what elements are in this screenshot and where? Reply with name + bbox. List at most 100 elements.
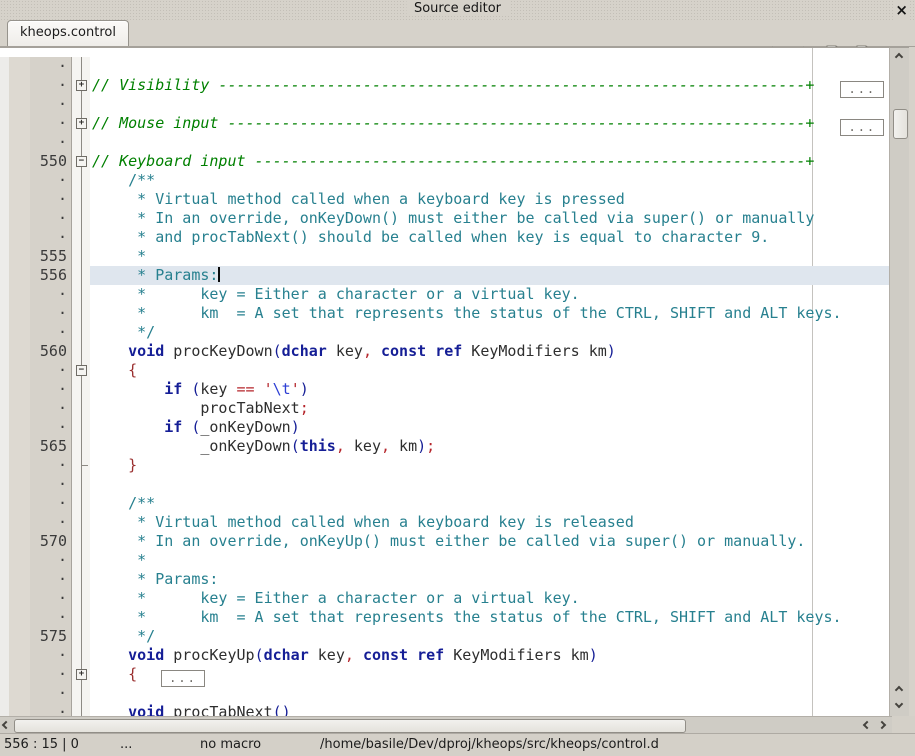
- line-dot[interactable]: ·: [0, 589, 71, 608]
- code-line[interactable]: · * Params:: [0, 570, 889, 589]
- line-dot[interactable]: ·: [0, 418, 71, 437]
- horizontal-scrollbar[interactable]: [0, 716, 892, 733]
- code-line[interactable]: · * and procTabNext() should be called w…: [0, 228, 889, 247]
- line-dot[interactable]: ·: [0, 475, 71, 494]
- code-text[interactable]: // Mouse input -------------------------…: [90, 114, 889, 133]
- line-number[interactable]: 560: [0, 342, 71, 361]
- source-editor[interactable]: ··+// Visibility -----------------------…: [0, 47, 889, 716]
- vertical-scrollbar[interactable]: [889, 47, 909, 716]
- code-line[interactable]: ·+// Visibility ------------------------…: [0, 76, 889, 95]
- code-line[interactable]: ·− {: [0, 361, 889, 380]
- code-line[interactable]: · * key = Either a character or a virtua…: [0, 285, 889, 304]
- line-dot[interactable]: ·: [0, 703, 71, 716]
- code-text[interactable]: */: [90, 323, 889, 342]
- code-line[interactable]: · if (key == '\t'): [0, 380, 889, 399]
- code-text[interactable]: void procKeyDown(dchar key, const ref Ke…: [90, 342, 889, 361]
- code-line[interactable]: · +// Mouse input -----------------------…: [0, 114, 889, 133]
- scroll-left-icon[interactable]: [3, 722, 10, 729]
- code-line[interactable]: · * Virtual method called when a keyboar…: [0, 513, 889, 532]
- code-text[interactable]: * key = Either a character or a virtual …: [90, 285, 889, 304]
- code-line[interactable]: · void procTabNext(): [0, 703, 889, 716]
- line-dot[interactable]: ·: [0, 114, 71, 133]
- code-text[interactable]: [90, 684, 889, 703]
- line-dot[interactable]: ·: [0, 513, 71, 532]
- code-text[interactable]: * km = A set that represents the status …: [90, 304, 889, 323]
- code-text[interactable]: *: [90, 551, 889, 570]
- fold-expand-icon[interactable]: +: [76, 118, 87, 129]
- code-text[interactable]: * Virtual method called when a keyboard …: [90, 190, 889, 209]
- line-dot[interactable]: ·: [0, 57, 71, 76]
- line-dot[interactable]: ·: [0, 171, 71, 190]
- code-text[interactable]: [90, 133, 889, 152]
- code-line[interactable]: · * key = Either a character or a virtua…: [0, 589, 889, 608]
- code-line[interactable]: ·: [0, 475, 889, 494]
- line-dot[interactable]: ·: [0, 190, 71, 209]
- code-line[interactable]: 560 void procKeyDown(dchar key, const re…: [0, 342, 889, 361]
- code-line[interactable]: 565 _onKeyDown(this, key, km);: [0, 437, 889, 456]
- line-number[interactable]: 570: [0, 532, 71, 551]
- line-dot[interactable]: ·: [0, 684, 71, 703]
- line-dot[interactable]: ·: [0, 646, 71, 665]
- code-line[interactable]: · *: [0, 551, 889, 570]
- code-line[interactable]: · /**: [0, 171, 889, 190]
- line-dot[interactable]: ·: [0, 456, 71, 475]
- fold-collapse-icon[interactable]: −: [76, 365, 87, 376]
- code-text[interactable]: * Virtual method called when a keyboard …: [90, 513, 889, 532]
- line-dot[interactable]: ·: [0, 551, 71, 570]
- line-dot[interactable]: ·: [0, 399, 71, 418]
- code-line[interactable]: · }: [0, 456, 889, 475]
- code-line[interactable]: 556 * Params:: [0, 266, 889, 285]
- code-line[interactable]: · void procKeyUp(dchar key, const ref Ke…: [0, 646, 889, 665]
- vertical-scrollbar-thumb[interactable]: [893, 109, 908, 139]
- scroll-left-icon-right[interactable]: [864, 722, 871, 729]
- code-text[interactable]: [90, 57, 889, 76]
- code-line[interactable]: · * Virtual method called when a keyboar…: [0, 190, 889, 209]
- line-dot[interactable]: ·: [0, 304, 71, 323]
- code-line[interactable]: 555 *: [0, 247, 889, 266]
- code-line[interactable]: ·: [0, 95, 889, 114]
- code-text[interactable]: * and procTabNext() should be called whe…: [90, 228, 889, 247]
- code-text[interactable]: if (key == '\t'): [90, 380, 889, 399]
- code-text[interactable]: {: [90, 361, 889, 380]
- line-number[interactable]: 556: [0, 266, 71, 285]
- code-line[interactable]: · procTabNext;: [0, 399, 889, 418]
- code-text[interactable]: [90, 475, 889, 494]
- code-text[interactable]: _onKeyDown(this, key, km);: [90, 437, 889, 456]
- scroll-up-icon-bottom[interactable]: [896, 687, 903, 694]
- code-text[interactable]: {...: [90, 665, 889, 684]
- line-dot[interactable]: ·: [0, 494, 71, 513]
- code-text[interactable]: procTabNext;: [90, 399, 889, 418]
- code-text[interactable]: * key = Either a character or a virtual …: [90, 589, 889, 608]
- fold-collapse-icon[interactable]: −: [76, 156, 87, 167]
- line-dot[interactable]: ·: [0, 285, 71, 304]
- code-text[interactable]: * Params:: [90, 570, 889, 589]
- code-text[interactable]: * In an override, onKeyDown() must eithe…: [90, 209, 889, 228]
- code-line[interactable]: · * km = A set that represents the statu…: [0, 608, 889, 627]
- fold-expand-icon[interactable]: +: [76, 669, 87, 680]
- line-number[interactable]: 575: [0, 627, 71, 646]
- line-dot[interactable]: ·: [0, 228, 71, 247]
- horizontal-scrollbar-thumb[interactable]: [14, 719, 686, 733]
- tab-kheops-control[interactable]: kheops.control: [7, 20, 129, 46]
- close-icon[interactable]: ×: [893, 0, 910, 20]
- code-text[interactable]: }: [90, 456, 889, 475]
- scroll-up-icon[interactable]: [896, 54, 903, 61]
- code-text[interactable]: // Keyboard input ----------------------…: [90, 152, 889, 171]
- scroll-down-icon[interactable]: [896, 701, 903, 708]
- code-text[interactable]: *: [90, 247, 889, 266]
- code-line[interactable]: 575 */: [0, 627, 889, 646]
- code-text[interactable]: * Params:: [90, 266, 889, 285]
- code-text[interactable]: [90, 95, 889, 114]
- code-line[interactable]: · * km = A set that represents the statu…: [0, 304, 889, 323]
- code-line[interactable]: ·: [0, 57, 889, 76]
- line-dot[interactable]: ·: [0, 380, 71, 399]
- code-text[interactable]: /**: [90, 171, 889, 190]
- code-text[interactable]: * km = A set that represents the status …: [90, 608, 889, 627]
- code-line[interactable]: 550−// Keyboard input ------------------…: [0, 152, 889, 171]
- line-dot[interactable]: ·: [0, 608, 71, 627]
- code-line[interactable]: · */: [0, 323, 889, 342]
- line-dot[interactable]: ·: [0, 323, 71, 342]
- window-titlebar[interactable]: Source editor ×: [0, 0, 915, 20]
- line-dot[interactable]: ·: [0, 361, 71, 380]
- line-number[interactable]: 565: [0, 437, 71, 456]
